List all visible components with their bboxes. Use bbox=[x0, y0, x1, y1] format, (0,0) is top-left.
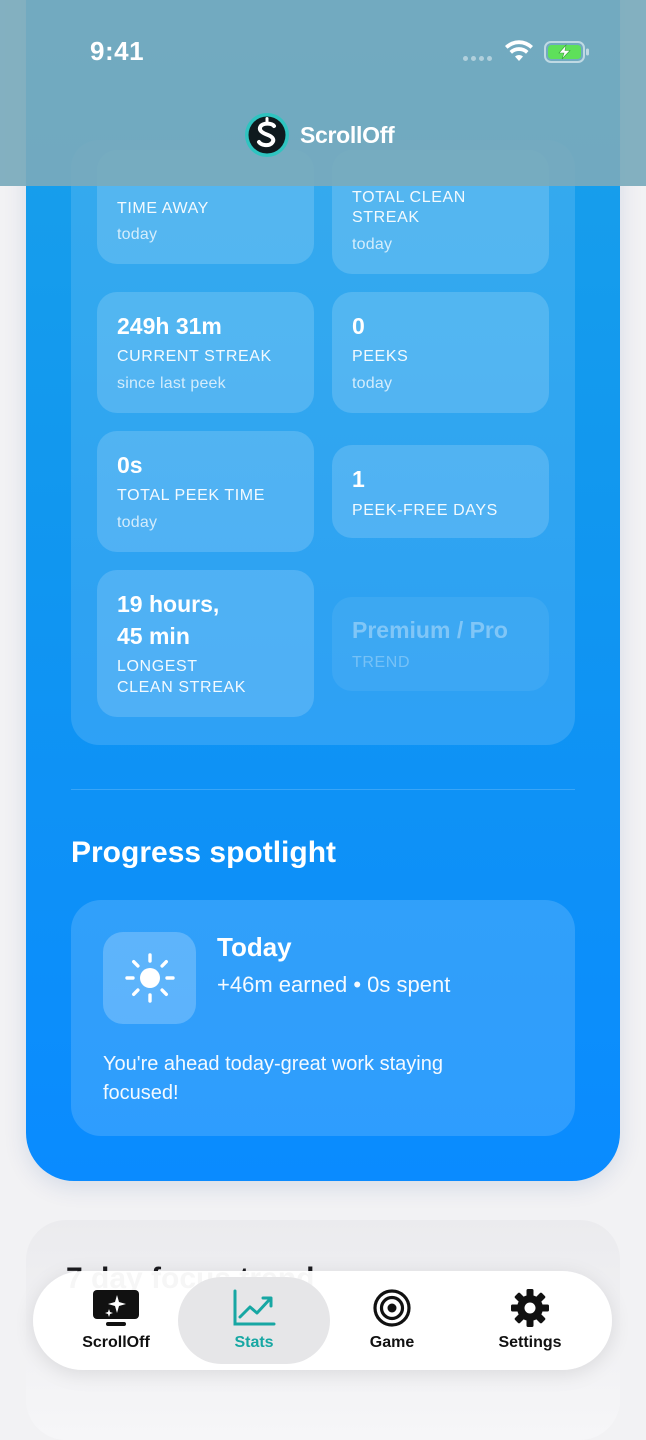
tab-label: Game bbox=[369, 1334, 415, 1351]
tile-label: PEEKS bbox=[352, 348, 409, 365]
tile-sub: today bbox=[117, 226, 158, 243]
chart-trend-icon bbox=[233, 1289, 276, 1326]
brand: ScrollOff bbox=[244, 112, 395, 158]
tile-sub: since last peek bbox=[117, 375, 226, 392]
tile-label: CURRENT STREAK bbox=[117, 348, 272, 365]
tile-label: TOTAL PEEK TIME bbox=[117, 487, 265, 504]
tab-label: ScrollOff bbox=[82, 1334, 150, 1351]
tab-settings[interactable]: Settings bbox=[460, 1271, 600, 1370]
sun-icon-box bbox=[103, 932, 196, 1024]
tile-label: TIME AWAY bbox=[117, 200, 209, 217]
tile-label-line2: CLEAN STREAK bbox=[117, 679, 247, 696]
spotlight-card: Today +46m earned • 0s spent You're ahea… bbox=[71, 900, 575, 1136]
tile-value-line1: 19 hours, bbox=[117, 591, 220, 617]
section-divider bbox=[71, 789, 575, 790]
sun-icon bbox=[124, 953, 175, 1003]
tab-label: Stats bbox=[234, 1334, 274, 1351]
tile-trend-locked[interactable]: Premium / Pro TREND bbox=[332, 597, 549, 691]
tile-label: TREND bbox=[352, 654, 411, 671]
tab-scrolloff[interactable]: ScrollOff bbox=[46, 1271, 186, 1370]
tile-peek-free-days: 1 PEEK-FREE DAYS bbox=[332, 445, 549, 538]
tile-longest-clean-streak: 19 hours, 45 min LONGEST CLEAN STREAK bbox=[97, 570, 314, 717]
spotlight-title: Today bbox=[217, 932, 292, 962]
tile-sub: today bbox=[117, 514, 158, 531]
tab-bar: ScrollOff Stats Game Settings bbox=[33, 1271, 612, 1370]
tile-label: PEEK-FREE DAYS bbox=[352, 502, 498, 519]
spotlight-subtitle: +46m earned • 0s spent bbox=[217, 972, 451, 997]
section-title: Progress spotlight bbox=[71, 836, 337, 869]
tile-value: 0s bbox=[117, 452, 143, 478]
scrolloff-logo-icon bbox=[245, 113, 289, 157]
tile-sub: today bbox=[352, 375, 393, 392]
gear-icon bbox=[511, 1289, 549, 1327]
app-title: ScrollOff bbox=[300, 121, 395, 148]
tile-label-line1: TOTAL CLEAN bbox=[352, 189, 466, 206]
tab-label: Settings bbox=[498, 1334, 562, 1351]
tile-value-line2: 45 min bbox=[117, 623, 190, 649]
premium-label: Premium / Pro bbox=[352, 617, 508, 643]
tab-game[interactable]: Game bbox=[322, 1271, 462, 1370]
tile-value: 0 bbox=[352, 313, 365, 339]
status-time: 9:41 bbox=[90, 36, 145, 66]
cellular-signal-icon bbox=[463, 56, 492, 61]
tile-peeks: 0 PEEKS today bbox=[332, 292, 549, 413]
tile-sub: today bbox=[352, 236, 393, 253]
tile-current-streak: 249h 31m CURRENT STREAK since last peek bbox=[97, 292, 314, 413]
tab-stats[interactable]: Stats bbox=[184, 1271, 324, 1370]
tile-total-peek-time: 0s TOTAL PEEK TIME today bbox=[97, 431, 314, 552]
app-header: 9:41 ScrollOff bbox=[0, 0, 646, 186]
spotlight-message: You're ahead today-great work staying fo… bbox=[103, 1053, 443, 1104]
battery-charging-icon bbox=[544, 41, 589, 63]
tile-value: 1 bbox=[352, 466, 365, 492]
tile-label-line2: STREAK bbox=[352, 209, 420, 226]
target-icon bbox=[373, 1289, 411, 1327]
screen-sparkle-icon bbox=[93, 1290, 139, 1326]
tile-label-line1: LONGEST bbox=[117, 658, 198, 675]
wifi-icon bbox=[505, 40, 533, 61]
tile-value: 249h 31m bbox=[117, 313, 222, 339]
